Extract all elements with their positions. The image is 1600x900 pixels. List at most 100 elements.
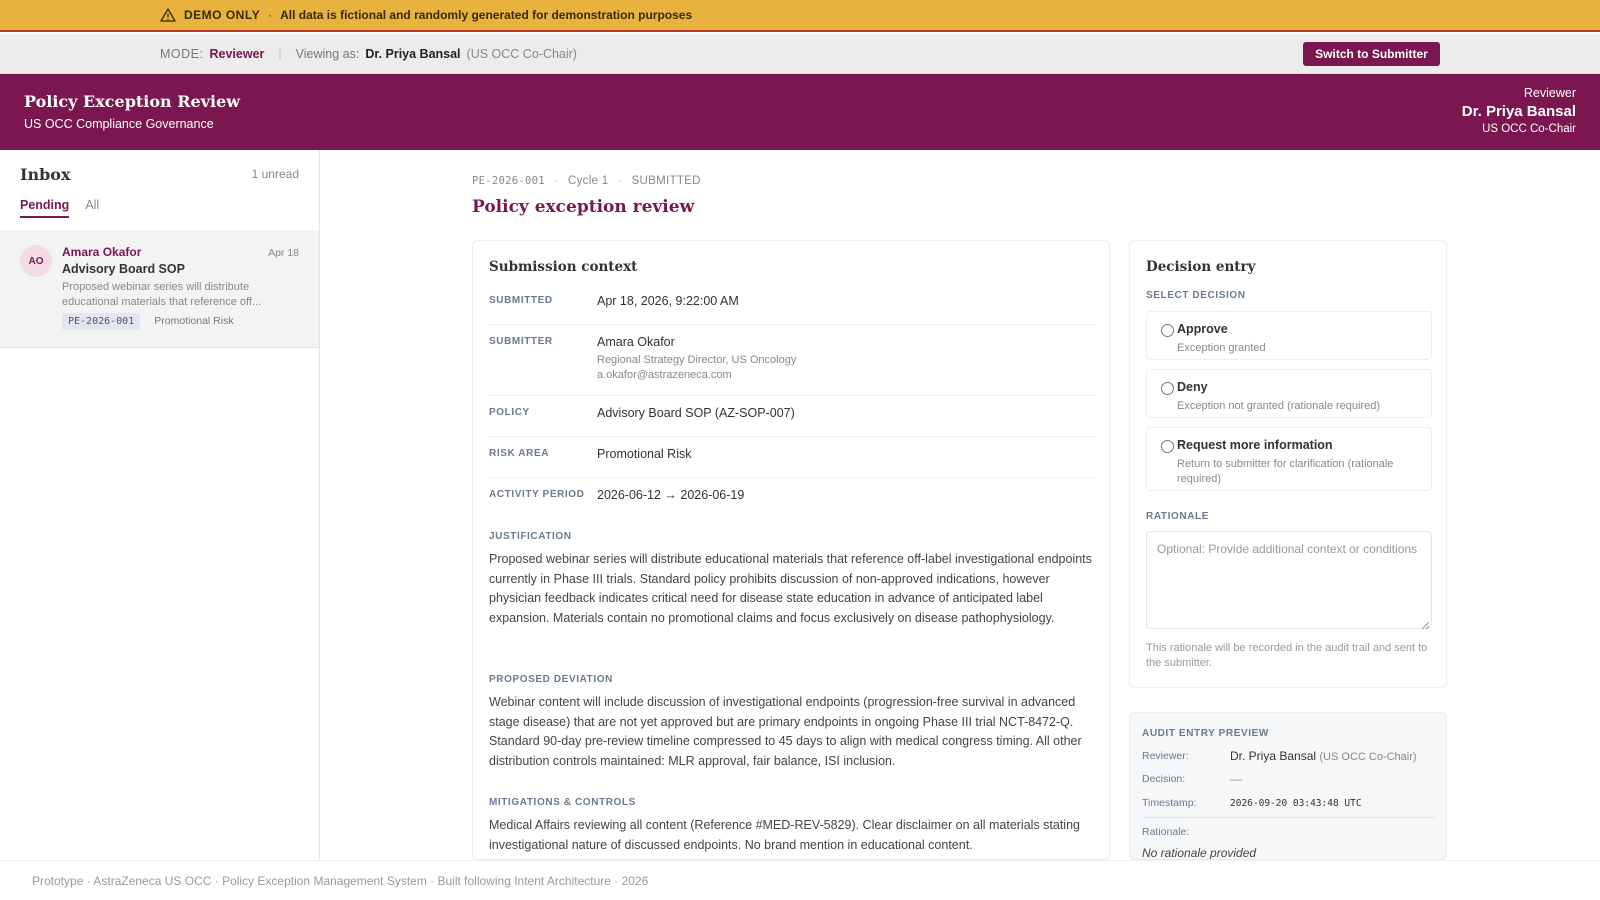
audit-decision-value: — [1230,772,1242,786]
rationale-input[interactable] [1146,531,1432,629]
radio-button[interactable] [1161,382,1174,395]
crumb-separator: · [617,175,623,187]
audit-decision-key: Decision: [1142,773,1186,785]
field-value: Amara Okafor [597,335,675,349]
mode-bar: MODE: Reviewer | Viewing as: Dr. Priya B… [0,34,1600,74]
viewing-as-role: (US OCC Co-Chair) [466,46,577,61]
mitigations-label: MITIGATIONS & CONTROLS [489,797,636,808]
field-value: Promotional Risk [597,447,692,461]
option-request-info[interactable]: Request more information Return to submi… [1146,427,1432,491]
crumb-status: SUBMITTED [631,175,701,187]
page-title: Policy exception review [472,197,695,217]
field-value: 2026-06-12 → 2026-06-19 [597,488,745,502]
audit-reviewer-name: Dr. Priya Bansal [1230,749,1317,763]
footer: Prototype · AstraZeneca US OCC · Policy … [0,860,1600,900]
mode-divider: | [278,46,282,61]
option-label: Approve [1177,322,1228,336]
item-preview: Proposed webinar series will distribute … [62,281,262,308]
radio-button[interactable] [1161,440,1174,453]
audit-timestamp-value: 2026-09-20 03:43:48 UTC [1230,798,1362,809]
item-tags: PE-2026-001 Promotional Risk [62,312,240,330]
crumb-id: PE-2026-001 [472,175,545,187]
submission-context-card: Submission context SUBMITTED Apr 18, 202… [472,240,1110,860]
mitigations-text: Medical Affairs reviewing all content (R… [489,818,1080,852]
option-desc: Exception not granted (rationale require… [1177,400,1381,412]
mode-label: MODE: [160,46,204,61]
field-label: RISK AREA [489,448,550,459]
breadcrumb: PE-2026-001 · Cycle 1 · SUBMITTED [472,175,701,187]
audit-divider [1142,817,1436,818]
user-role: Reviewer [1523,86,1576,100]
warning-triangle-icon [160,7,176,23]
app-subtitle: US OCC Compliance Governance [24,117,214,131]
user-name: Dr. Priya Bansal [1461,103,1576,120]
audit-rationale-key: Rationale: [1142,826,1190,838]
option-label: Deny [1177,380,1208,394]
inbox-tabs: Pending All [20,198,99,218]
field-submitted: SUBMITTED Apr 18, 2026, 9:22:00 AM [489,294,1095,325]
demo-banner: DEMO ONLY · All data is fictional and ra… [0,0,1600,32]
app-title: Policy Exception Review [24,92,241,111]
tab-all[interactable]: All [85,198,99,218]
viewing-as-name: Dr. Priya Bansal [365,46,461,61]
justification-text: Proposed webinar series will distribute … [489,552,1092,625]
item-sender: Amara Okafor [62,245,142,259]
submitter-email[interactable]: a.okafor@astrazeneca.com [597,369,732,381]
field-submitter: SUBMITTER Amara Okafor Regional Strategy… [489,335,1095,396]
item-date: Apr 18 [268,247,299,259]
mode-value: Reviewer [209,46,265,61]
field-value: Advisory Board SOP (AZ-SOP-007) [597,406,795,420]
switch-to-submitter-button[interactable]: Switch to Submitter [1303,42,1440,66]
banner-separator: · [268,8,273,22]
option-label: Request more information [1177,438,1333,452]
footer-text: Prototype · AstraZeneca US OCC · Policy … [32,873,649,888]
rationale-note: This rationale will be recorded in the a… [1146,642,1428,669]
inbox-title: Inbox [20,165,71,184]
deviation-text: Webinar content will include discussion … [489,695,1082,768]
viewing-as-label: Viewing as: [295,46,360,61]
field-risk-area: RISK AREA Promotional Risk [489,447,1095,478]
avatar: AO [20,245,52,277]
audit-preview-card: AUDIT ENTRY PREVIEW Reviewer: Dr. Priya … [1129,712,1447,860]
field-activity-period: ACTIVITY PERIOD 2026-06-12 → 2026-06-19 [489,488,1095,519]
field-label: SUBMITTER [489,336,553,347]
option-desc: Exception granted [1177,342,1266,354]
resize-grip-icon[interactable] [1420,617,1430,630]
option-desc: Return to submitter for clarification (r… [1177,458,1394,485]
select-decision-label: SELECT DECISION [1146,290,1246,301]
tab-pending[interactable]: Pending [20,198,70,218]
audit-reviewer-key: Reviewer: [1142,750,1189,762]
field-label: POLICY [489,407,530,418]
item-risk-badge: Promotional Risk [154,315,234,327]
audit-rationale-value: No rationale provided [1142,846,1257,860]
unread-count: 1 unread [251,167,299,181]
justification-label: JUSTIFICATION [489,531,572,542]
audit-title: AUDIT ENTRY PREVIEW [1142,728,1269,739]
field-policy: POLICY Advisory Board SOP (AZ-SOP-007) [489,406,1095,437]
user-title: US OCC Co-Chair [1482,123,1576,135]
context-title: Submission context [489,259,638,275]
rationale-label: RATIONALE [1146,511,1209,522]
user-info: Reviewer Dr. Priya Bansal US OCC Co-Chai… [1462,86,1576,135]
demo-notice-text: All data is fictional and randomly gener… [280,8,693,22]
audit-reviewer-role: (US OCC Co-Chair) [1319,751,1417,763]
demo-label: DEMO ONLY [184,8,261,22]
app-header: Policy Exception Review US OCC Complianc… [0,74,1600,150]
option-approve[interactable]: Approve Exception granted [1146,311,1432,360]
inbox-item[interactable]: AO Amara Okafor Apr 18 Advisory Board SO… [0,230,319,348]
item-id-badge: PE-2026-001 [62,312,141,330]
audit-timestamp-key: Timestamp: [1142,797,1197,809]
item-subject: Advisory Board SOP [62,262,185,276]
crumb-cycle: Cycle 1 [567,175,609,187]
radio-button[interactable] [1161,324,1174,337]
deviation-label: PROPOSED DEVIATION [489,674,613,685]
submitter-title: Regional Strategy Director, US Oncology [597,354,797,366]
field-value: Apr 18, 2026, 9:22:00 AM [597,294,739,308]
field-label: SUBMITTED [489,295,553,306]
option-deny[interactable]: Deny Exception not granted (rationale re… [1146,369,1432,418]
decision-entry-card: Decision entry SELECT DECISION Approve E… [1129,240,1447,688]
decision-title: Decision entry [1146,259,1256,275]
crumb-separator: · [554,175,559,187]
audit-reviewer-value: Dr. Priya Bansal (US OCC Co-Chair) [1230,749,1417,763]
field-label: ACTIVITY PERIOD [489,489,585,500]
